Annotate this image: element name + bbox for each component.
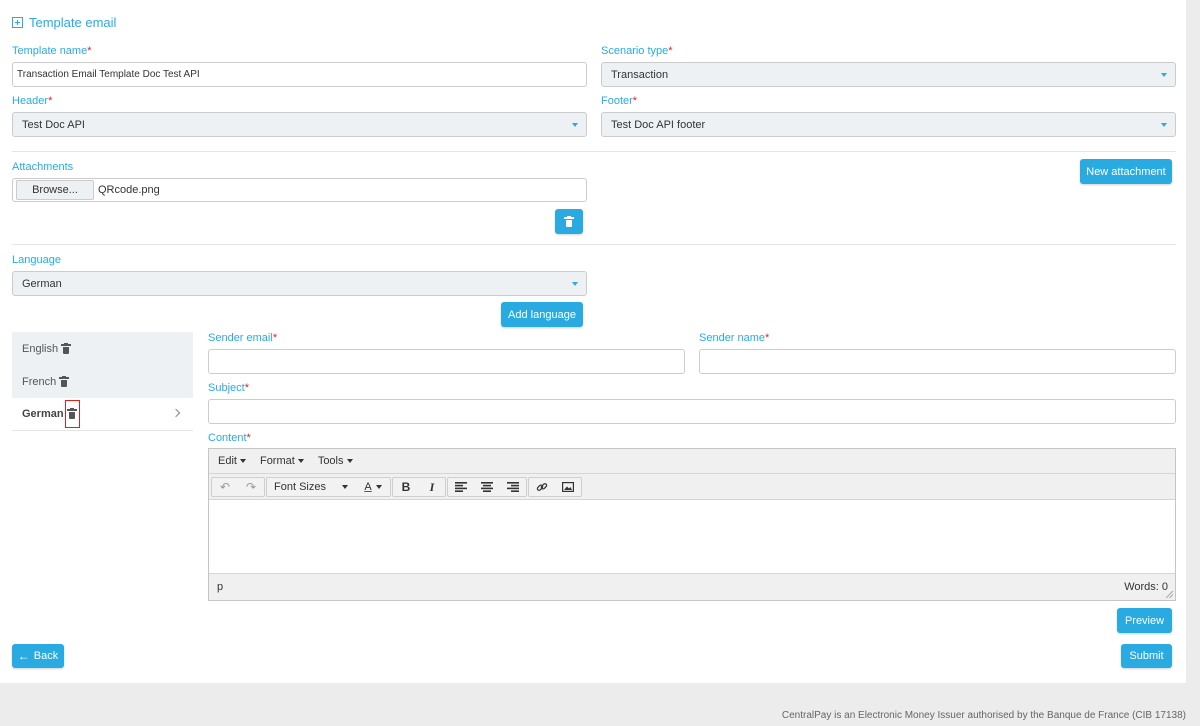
- trash-icon: [564, 215, 574, 227]
- scenario-type-label: Scenario type*: [601, 45, 673, 57]
- align-group: [447, 477, 527, 497]
- chevron-down-icon: [1161, 73, 1167, 77]
- browse-button[interactable]: Browse...: [16, 180, 94, 200]
- font-sizes-select[interactable]: Font Sizes: [267, 478, 357, 496]
- header-label: Header*: [12, 95, 53, 107]
- caret-down-icon: [375, 485, 382, 489]
- align-right-icon[interactable]: [500, 478, 526, 496]
- style-group: B I: [392, 477, 446, 497]
- language-select[interactable]: German: [12, 271, 587, 296]
- subject-label: Subject*: [208, 382, 249, 394]
- chevron-down-icon: [572, 282, 578, 286]
- sender-email-input[interactable]: [208, 349, 685, 374]
- new-attachment-button[interactable]: New attachment: [1080, 159, 1172, 184]
- arrow-left-icon: ←: [17, 649, 30, 663]
- image-icon[interactable]: [555, 478, 581, 496]
- content-editor: Edit Format Tools ↶ ↷ Font Sizes A B I p…: [208, 448, 1176, 601]
- trash-icon: [67, 408, 78, 419]
- sender-name-input[interactable]: [699, 349, 1176, 374]
- main-panel: Template email Template name* Transactio…: [0, 0, 1186, 683]
- preview-button[interactable]: Preview: [1117, 608, 1172, 633]
- footer-label: Footer*: [601, 95, 638, 107]
- trash-icon[interactable]: [59, 375, 70, 387]
- sender-name-label: Sender name*: [699, 332, 770, 344]
- subject-input[interactable]: [208, 399, 1176, 424]
- template-name-label: Template name*: [12, 45, 92, 57]
- attachment-file-input[interactable]: Browse... QRcode.png: [12, 178, 587, 202]
- word-count: Words: 0: [1124, 581, 1168, 593]
- site-footer-text: CentralPay is an Electronic Money Issuer…: [781, 710, 1186, 721]
- chevron-right-icon: [171, 408, 181, 418]
- caret-down-icon: [341, 485, 348, 489]
- link-icon[interactable]: [529, 478, 555, 496]
- submit-button[interactable]: Submit: [1121, 644, 1172, 668]
- font-group: Font Sizes A: [266, 477, 391, 497]
- trash-icon[interactable]: [61, 342, 72, 354]
- menu-format[interactable]: Format: [260, 455, 304, 467]
- delete-attachment-button[interactable]: [555, 209, 583, 234]
- back-button[interactable]: ← Back: [12, 644, 64, 668]
- sender-email-label: Sender email*: [208, 332, 278, 344]
- caret-down-icon: [346, 459, 353, 463]
- divider: [12, 244, 1176, 245]
- template-name-input[interactable]: Transaction Email Template Doc Test API: [12, 62, 587, 87]
- resize-handle-icon[interactable]: [1166, 591, 1173, 598]
- language-tab-german[interactable]: German: [12, 398, 193, 431]
- expand-icon: [12, 17, 23, 28]
- bold-button[interactable]: B: [393, 478, 419, 496]
- caret-down-icon: [297, 459, 304, 463]
- divider: [12, 151, 1176, 152]
- undo-icon[interactable]: ↶: [212, 478, 238, 496]
- chevron-down-icon: [572, 123, 578, 127]
- history-group: ↶ ↷: [211, 477, 265, 497]
- add-language-button[interactable]: Add language: [501, 302, 583, 327]
- align-center-icon[interactable]: [474, 478, 500, 496]
- insert-group: [528, 477, 582, 497]
- scenario-type-select[interactable]: Transaction: [601, 62, 1176, 87]
- attachment-file-name: QRcode.png: [98, 184, 160, 196]
- align-left-icon[interactable]: [448, 478, 474, 496]
- delete-language-highlight[interactable]: [64, 400, 80, 428]
- footer-select[interactable]: Test Doc API footer: [601, 112, 1176, 137]
- editor-menubar: Edit Format Tools: [209, 449, 1175, 474]
- attachments-label: Attachments: [12, 161, 74, 173]
- element-path: p: [217, 581, 224, 593]
- editor-statusbar: p Words: 0: [209, 573, 1175, 600]
- redo-icon[interactable]: ↷: [238, 478, 264, 496]
- menu-tools[interactable]: Tools: [318, 455, 353, 467]
- section-title-text: Template email: [29, 15, 117, 30]
- header-select[interactable]: Test Doc API: [12, 112, 587, 137]
- language-tab-french[interactable]: French: [12, 365, 193, 398]
- editor-body[interactable]: [209, 500, 1175, 573]
- editor-toolbar: ↶ ↷ Font Sizes A B I: [209, 474, 1175, 500]
- italic-button[interactable]: I: [419, 478, 445, 496]
- language-tab-english[interactable]: English: [12, 332, 193, 365]
- caret-down-icon: [239, 459, 246, 463]
- font-color-button[interactable]: A: [357, 478, 389, 496]
- chevron-down-icon: [1161, 123, 1167, 127]
- menu-edit[interactable]: Edit: [218, 455, 246, 467]
- section-title[interactable]: Template email: [12, 15, 116, 30]
- language-label: Language: [12, 254, 61, 266]
- content-label: Content*: [208, 432, 251, 444]
